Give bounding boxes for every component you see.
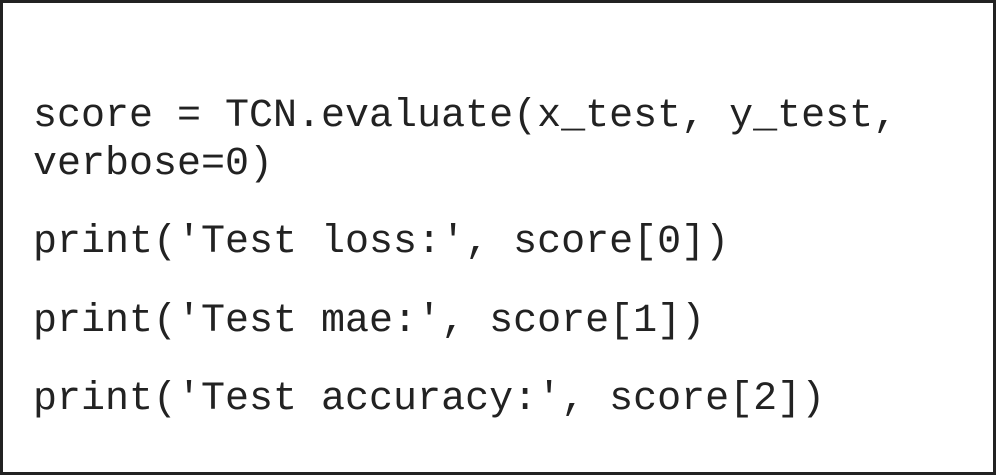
code-line: print('Test accuracy:', score[2]) [33,377,826,422]
code-line: print('Test mae:', score[1]) [33,299,706,344]
code-line: print('Test loss:', score[0]) [33,220,730,265]
code-box: score = TCN.evaluate(x_test, y_test, ver… [0,0,996,475]
code-line: score = TCN.evaluate(x_test, y_test, [33,94,898,139]
code-line: verbose=0) [33,142,274,187]
